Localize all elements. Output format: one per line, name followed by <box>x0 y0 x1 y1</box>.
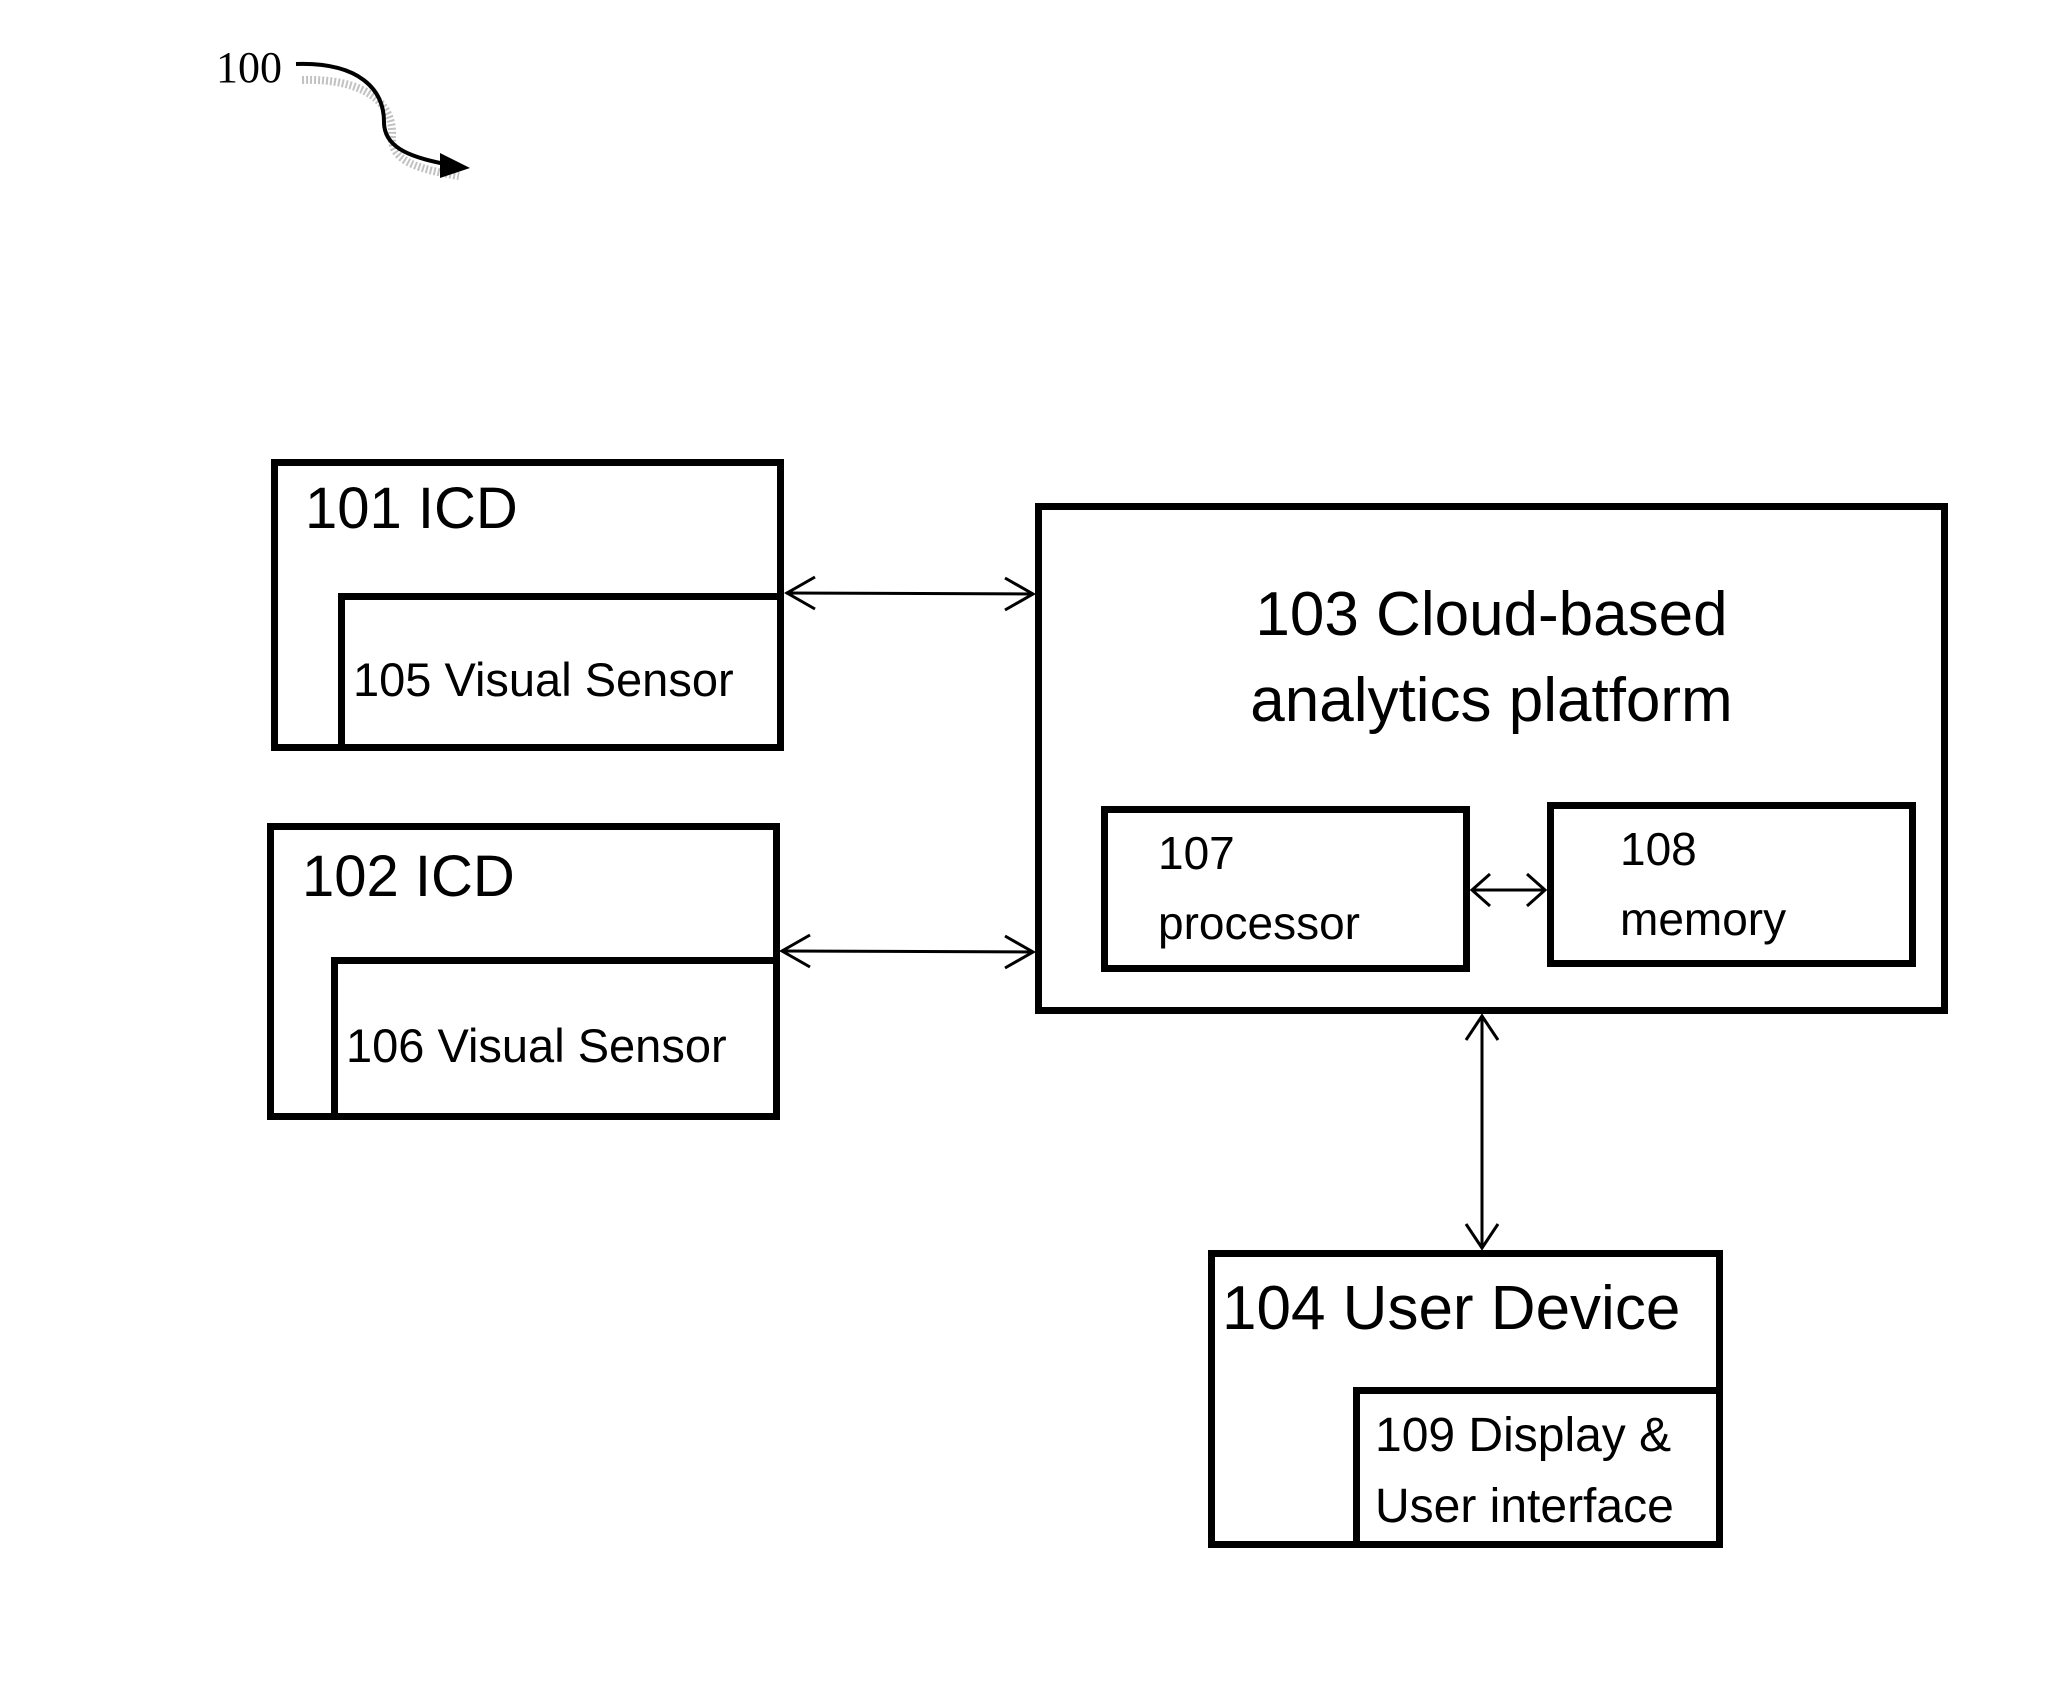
arrow-processor-to-memory <box>1469 872 1548 908</box>
arrow-icd101-to-cloud <box>783 575 1037 612</box>
connector-layer <box>295 61 1548 1251</box>
reference-curved-arrow <box>295 61 470 180</box>
arrow-icd102-to-cloud <box>778 933 1037 970</box>
arrow-cloud-to-user-device <box>1464 1013 1500 1251</box>
